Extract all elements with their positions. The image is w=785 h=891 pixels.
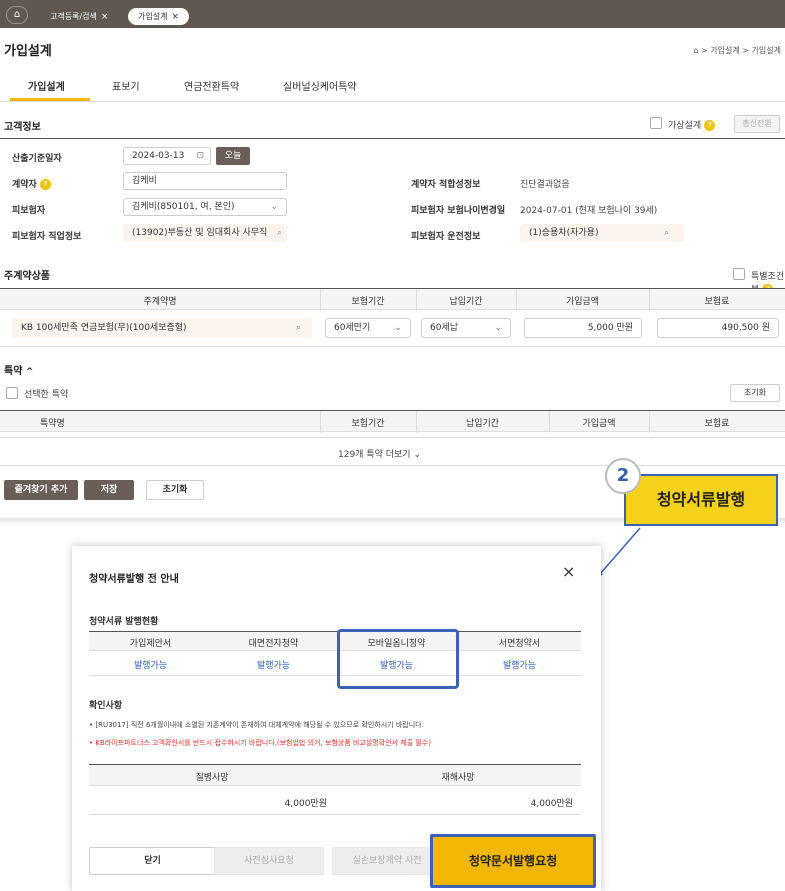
col-paper: 서면청약서	[498, 639, 541, 649]
close-icon[interactable]: ×	[562, 562, 575, 581]
col-proposal: 가입제안서	[129, 639, 172, 649]
modal-title: 청약서류발행 전 안내	[89, 574, 179, 585]
status-section-title: 청약서류 발행현황	[89, 617, 159, 627]
status-table-header: 가입제안서 대면전자청약 모바일옴니청약 서면청약서	[89, 631, 581, 651]
status-paper[interactable]: 발행가능	[458, 658, 581, 671]
col-disease-death: 질병사망	[195, 773, 229, 783]
status-proposal[interactable]: 발행가능	[89, 658, 212, 671]
col-accident-death: 재해사망	[441, 773, 475, 783]
status-face-to-face[interactable]: 발행가능	[212, 658, 335, 671]
death-row: 4,000만원 4,000만원	[89, 787, 581, 815]
status-row: 발행가능 발행가능 발행가능 발행가능	[89, 652, 581, 676]
issue-request-button[interactable]: 청약문서발행요청	[430, 834, 596, 888]
issue-guide-modal: 청약서류발행 전 안내 × 청약서류 발행현황 가입제안서 대면전자청약 모바일…	[72, 546, 601, 891]
death-table-header: 질병사망 재해사망	[89, 764, 581, 786]
pre-review-request-button[interactable]: 사전심사요청	[214, 847, 324, 875]
mobile-omni-highlight	[337, 629, 459, 689]
accident-death-value: 4,000만원	[530, 799, 573, 809]
loss-coverage-button[interactable]: 실손보장계약 사전	[332, 847, 442, 875]
col-face-to-face: 대면전자청약	[248, 639, 299, 649]
notice-warning-text: • KB라이프파트너스 고객확인서를 반드시 접수하시기 바랍니다.(보험업법 …	[89, 739, 431, 747]
check-section-title: 확인사항	[89, 701, 123, 711]
notice-text: • [RU3017] 직전 6개월이내에 소멸된 기존계약이 존재하여 대체계약…	[89, 721, 424, 729]
disease-death-value: 4,000만원	[284, 799, 327, 809]
modal-close-button[interactable]: 닫기	[89, 847, 216, 875]
